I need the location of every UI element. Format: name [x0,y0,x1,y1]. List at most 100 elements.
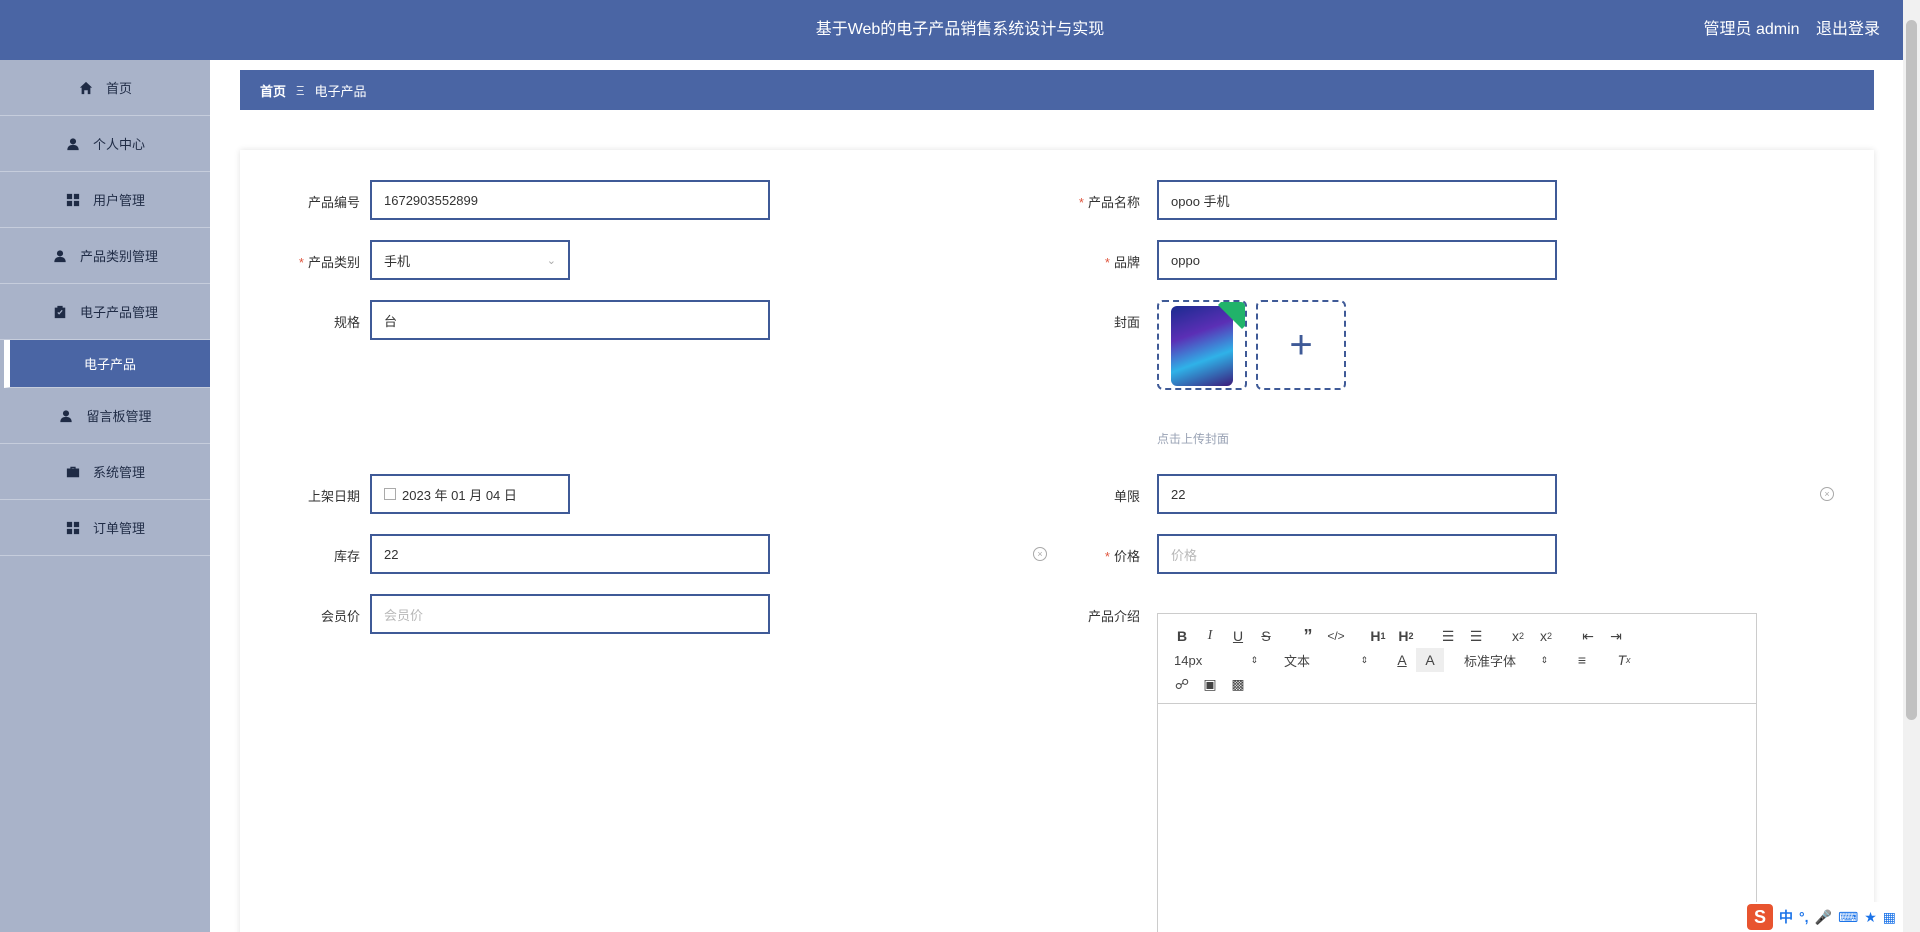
product-no-input[interactable]: 1672903552899 [370,180,770,220]
microphone-icon[interactable]: 🎤 [1815,909,1832,926]
member-price-label: 会员价 [320,609,360,624]
underline-icon[interactable]: U [1224,624,1252,648]
chevron-down-icon: ⌄ [546,254,556,267]
breadcrumb-home[interactable]: 首页 [260,81,286,100]
app-title: 基于Web的电子产品销售系统设计与实现 [815,21,1105,38]
sidebar-item-products[interactable]: 电子产品 [4,340,210,388]
current-user-label: 管理员 admin [1703,21,1800,38]
category-select-value: 手机 [384,253,411,269]
sidebar-item-users[interactable]: 用户管理 [0,172,210,228]
sidebar-item-home[interactable]: 首页 [0,60,210,116]
stock-input[interactable]: 22 [370,534,770,574]
ime-toolbar: S 中 °, 🎤 ⌨ ★ ▦ [1743,902,1900,932]
user-icon [58,408,74,424]
toolbox-icon[interactable]: ▦ [1883,909,1896,926]
user-icon [65,136,81,152]
link-icon[interactable]: ☍ [1168,672,1196,696]
outdent-icon[interactable]: ⇤ [1574,624,1602,648]
date-label: 上架日期 [307,489,360,504]
code-icon[interactable]: </> [1322,624,1350,648]
sidebar-item-label: 系统管理 [92,465,145,480]
page-scrollbar[interactable] [1903,0,1920,932]
rich-text-editor: B I U S ” </> H1 H2 ☰ ☰ x2 x2 ⇤ ⇥ 14px ⇕… [1157,613,1757,932]
ordered-list-icon[interactable]: ☰ [1434,624,1462,648]
cover-thumbnail[interactable] [1157,300,1247,390]
font-size-select[interactable]: 14px ⇕ [1168,648,1264,672]
sidebar-item-system[interactable]: 系统管理 [0,444,210,500]
home-icon [78,80,94,96]
block-type-select[interactable]: 文本 ⇕ [1278,648,1374,672]
editor-content-area[interactable] [1158,704,1756,932]
keyboard-icon[interactable]: ⌨ [1838,909,1858,926]
intro-label: 产品介绍 [1087,609,1140,624]
cover-label: 封面 [1113,315,1140,330]
scrollbar-thumb[interactable] [1906,20,1917,720]
subscript-icon[interactable]: x2 [1504,624,1532,648]
strikethrough-icon[interactable]: S [1252,624,1280,648]
product-name-label: * 产品名称 [1078,195,1140,210]
sidebar-item-orders[interactable]: 订单管理 [0,500,210,556]
sidebar: 首页 个人中心 用户管理 产品类别管理 电子产品管理 电子产品 留言板管理 系统… [0,60,210,932]
product-no-label: 产品编号 [307,195,360,210]
sidebar-item-label: 电子产品 [83,357,136,372]
bold-icon[interactable]: B [1168,624,1196,648]
sidebar-item-label: 首页 [105,81,132,96]
background-color-icon[interactable]: A [1416,648,1444,672]
calendar-icon [384,488,396,500]
category-select[interactable]: 手机 ⌄ [370,240,570,280]
product-name-input[interactable]: opoo 手机 [1157,180,1557,220]
video-icon[interactable]: ▩ [1224,672,1252,696]
form-card: 产品编号 1672903552899 * 产品名称 opoo 手机 * 产品类别 手… [240,150,1874,932]
ime-punctuation[interactable]: °, [1799,909,1809,925]
heading1-icon[interactable]: H1 [1364,624,1392,648]
plus-icon: + [1289,322,1313,367]
editor-toolbar: B I U S ” </> H1 H2 ☰ ☰ x2 x2 ⇤ ⇥ 14px ⇕… [1158,614,1756,704]
breadcrumb-current: 电子产品 [314,83,367,99]
limit-label: 单限 [1113,489,1140,504]
sidebar-item-label: 个人中心 [92,137,145,152]
phone-image [1171,306,1233,386]
italic-icon[interactable]: I [1196,624,1224,648]
clear-icon[interactable]: × [1820,487,1834,501]
sidebar-item-messages[interactable]: 留言板管理 [0,388,210,444]
ime-language[interactable]: 中 [1779,907,1793,927]
sidebar-item-label: 产品类别管理 [79,249,158,264]
clear-format-icon[interactable]: Tx [1610,648,1638,672]
sidebar-item-label: 订单管理 [92,521,145,536]
brand-label: * 品牌 [1104,255,1140,270]
date-input[interactable]: 2023 年 01 月 04 日 [370,474,570,514]
brand-input[interactable]: oppo [1157,240,1557,280]
user-area: 管理员 admin 退出登录 [1692,0,1881,60]
spec-label: 规格 [333,315,360,330]
category-label: * 产品类别 [298,255,360,270]
top-bar: 基于Web的电子产品销售系统设计与实现 管理员 admin 退出登录 [0,0,1920,60]
skin-icon[interactable]: ★ [1864,909,1877,926]
indent-icon[interactable]: ⇥ [1602,624,1630,648]
member-price-input[interactable]: 会员价 [370,594,770,634]
font-color-icon[interactable]: A [1388,648,1416,672]
cover-upload-button[interactable]: + [1256,300,1346,390]
price-input[interactable]: 价格 [1157,534,1557,574]
superscript-icon[interactable]: x2 [1532,624,1560,648]
cover-upload-hint: 点击上传封面 [1157,432,1230,446]
align-icon[interactable]: ≡ [1568,648,1596,672]
limit-input[interactable]: 22 [1157,474,1557,514]
user-icon [52,248,68,264]
grid-icon [65,520,81,536]
sidebar-item-category[interactable]: 产品类别管理 [0,228,210,284]
image-icon[interactable]: ▣ [1196,672,1224,696]
heading2-icon[interactable]: H2 [1392,624,1420,648]
sidebar-item-label: 用户管理 [92,193,145,208]
sogou-logo-icon[interactable]: S [1747,904,1774,930]
bullet-list-icon[interactable]: ☰ [1462,624,1490,648]
blockquote-icon[interactable]: ” [1294,624,1322,648]
sidebar-item-label: 电子产品管理 [79,305,158,320]
date-value: 2023 年 01 月 04 日 [402,487,517,503]
grid-icon [65,192,81,208]
sidebar-item-products-mgmt[interactable]: 电子产品管理 [0,284,210,340]
spec-input[interactable]: 台 [370,300,770,340]
sidebar-item-profile[interactable]: 个人中心 [0,116,210,172]
logout-link[interactable]: 退出登录 [1816,21,1880,38]
briefcase-icon [65,464,81,480]
font-family-select[interactable]: 标准字体 ⇕ [1458,648,1554,672]
